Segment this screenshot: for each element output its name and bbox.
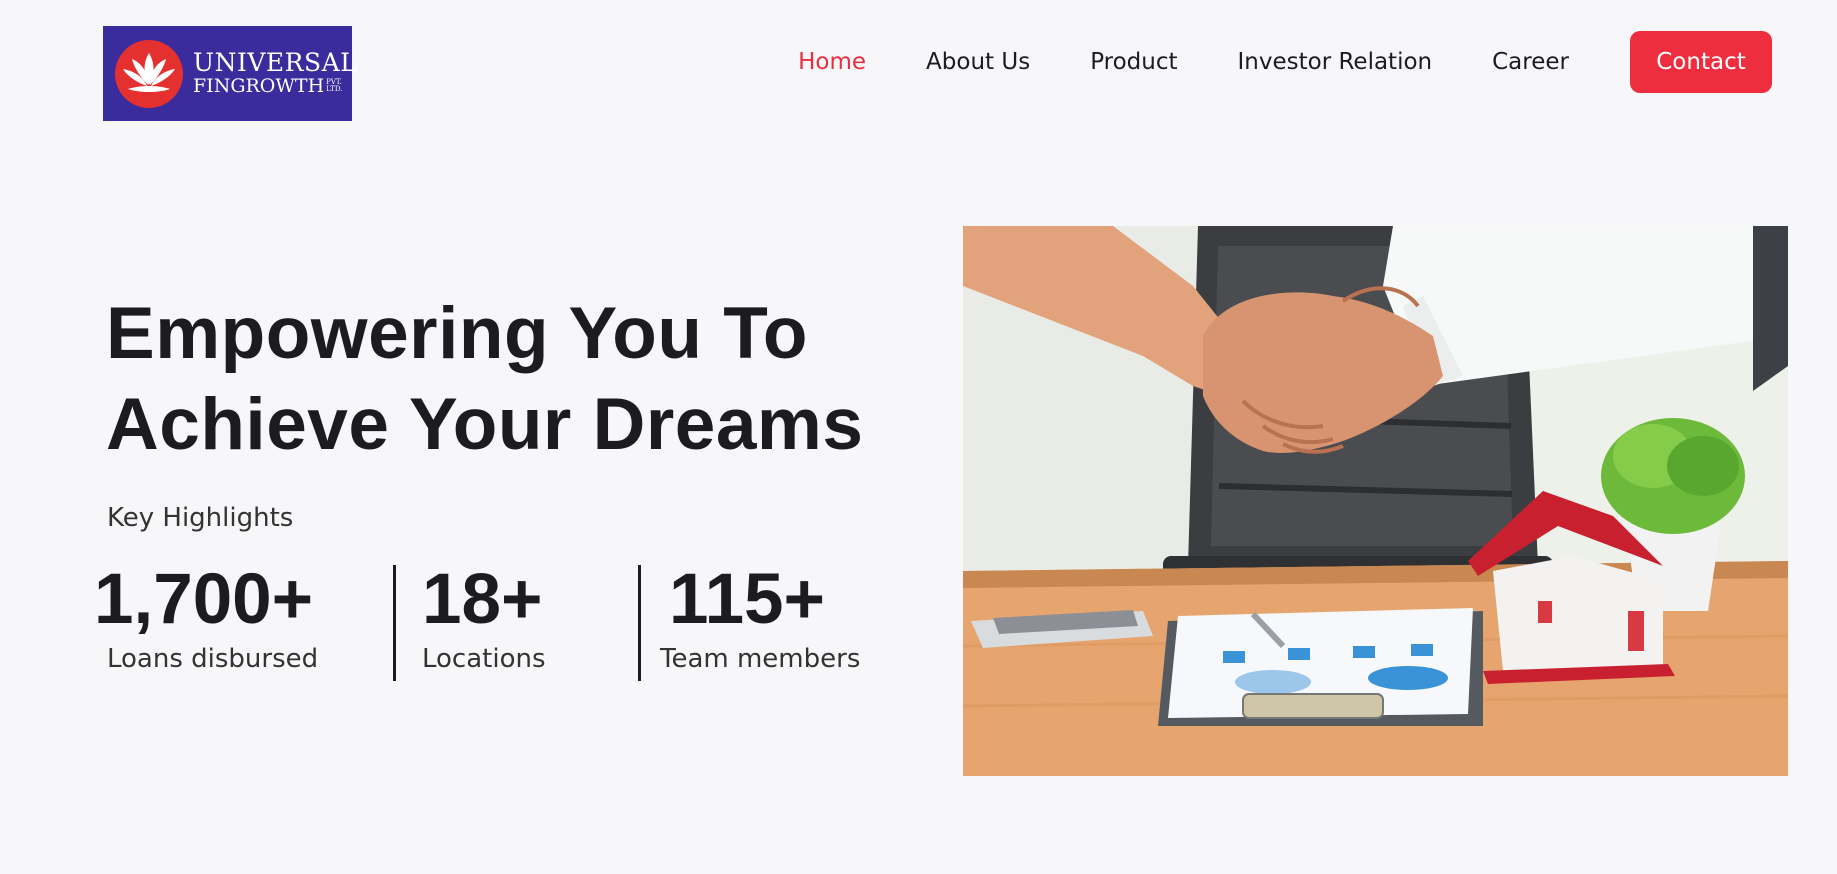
stat-value: 115+ xyxy=(669,560,826,639)
nav-item-investor-relation[interactable]: Investor Relation xyxy=(1238,49,1433,75)
hero-handshake-photo xyxy=(963,226,1788,776)
brand-name-line1: UNIVERSAL xyxy=(193,48,358,78)
brand-suffix: PVT. LTD. xyxy=(326,78,343,94)
hero-title-line2: Achieve Your Dreams xyxy=(106,384,864,465)
stat-divider xyxy=(393,565,396,681)
brand-logo[interactable]: UNIVERSAL FINGROWTH PVT. LTD. xyxy=(103,26,357,121)
brand-wordmark: UNIVERSAL FINGROWTH PVT. LTD. xyxy=(193,50,357,96)
nav-item-about-us[interactable]: About Us xyxy=(926,49,1030,75)
key-highlights-label: Key Highlights xyxy=(107,503,294,533)
stat-team: 115+ Team members xyxy=(660,560,860,674)
stat-divider xyxy=(638,565,641,681)
nav-item-home[interactable]: Home xyxy=(798,49,866,75)
hero-title: Empowering You To Achieve Your Dreams xyxy=(106,288,863,470)
nav-item-career[interactable]: Career xyxy=(1492,49,1569,75)
contact-button[interactable]: Contact xyxy=(1630,31,1772,93)
nav-item-product[interactable]: Product xyxy=(1090,49,1177,75)
stat-label: Loans disbursed xyxy=(107,644,319,674)
page: UNIVERSAL FINGROWTH PVT. LTD. Home About… xyxy=(0,0,1837,874)
stat-label: Locations xyxy=(422,644,546,674)
brand-name-line2-row: FINGROWTH PVT. LTD. xyxy=(193,74,357,97)
stat-locations: 18+ Locations xyxy=(422,560,546,674)
brand-name-line2: FINGROWTH xyxy=(193,74,325,97)
main-nav: Home About Us Product Investor Relation … xyxy=(798,31,1772,93)
stat-value: 18+ xyxy=(422,560,543,639)
stat-value: 1,700+ xyxy=(94,560,314,639)
stat-loans: 1,700+ Loans disbursed xyxy=(94,560,318,674)
brand-suffix-line2: LTD. xyxy=(326,85,343,94)
lotus-icon xyxy=(115,39,183,108)
hero-title-line1: Empowering You To xyxy=(106,293,808,374)
stat-label: Team members xyxy=(660,644,861,674)
